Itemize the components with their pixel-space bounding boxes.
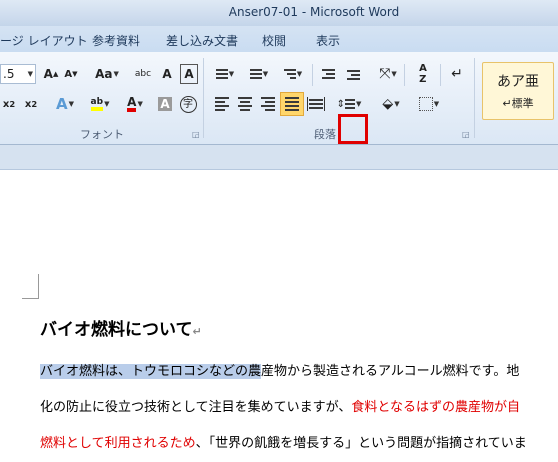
align-left-icon[interactable] <box>212 94 232 114</box>
group-separator <box>474 58 475 138</box>
paragraph-line-2[interactable]: 化の防止に役立つ技術として注目を集めていますが、食料となるはずの農産物が自 <box>40 396 520 415</box>
chevron-down-icon: ▼ <box>27 70 33 78</box>
document-heading[interactable]: バイオ燃料について↵ <box>40 315 202 340</box>
borders-icon[interactable]: ▼ <box>414 94 444 114</box>
line-3-normal: 、「世界の飢餓を増長する」という問題が指摘されていま <box>195 436 527 451</box>
tab-page-layout[interactable]: ージ レイアウト <box>0 32 88 49</box>
bullets-icon[interactable]: ▼ <box>210 64 240 84</box>
multilevel-list-icon[interactable]: ▼ <box>278 64 308 84</box>
group-separator <box>203 58 204 138</box>
change-case-icon[interactable]: Aa ▼ <box>92 64 122 84</box>
separator <box>312 64 313 86</box>
align-center-icon[interactable] <box>235 94 255 114</box>
increase-indent-highlight <box>338 114 368 144</box>
decrease-indent-icon[interactable] <box>318 64 338 84</box>
line-3-red: 燃料として利用されるため <box>40 436 196 451</box>
character-shading-gray-icon[interactable]: A <box>156 94 174 114</box>
phonetic-guide-icon[interactable]: abc <box>134 64 152 84</box>
separator <box>404 64 405 86</box>
text-effects-icon[interactable]: A ▼ <box>50 94 80 114</box>
selected-text: バイオ燃料は、トウモロコシなどの農 <box>40 364 262 379</box>
tab-references[interactable]: 参考資料 <box>92 32 140 49</box>
style-sample: あア亜 <box>497 74 539 90</box>
enclosed-character-icon[interactable]: 字 <box>178 94 198 114</box>
paragraph-group-label: 段落 <box>314 128 336 141</box>
font-dialog-launcher-icon[interactable]: ◲ <box>192 130 200 139</box>
character-border-icon[interactable]: A <box>180 64 198 84</box>
separator <box>440 64 441 86</box>
font-size-value: .5 <box>3 67 15 81</box>
shading-icon[interactable]: ⬙ ▼ <box>376 94 406 114</box>
heading-text: バイオ燃料について <box>40 320 193 340</box>
line-2-normal: 化の防止に役立つ技術として注目を集めていますが、 <box>40 400 352 415</box>
character-shading-icon[interactable]: A <box>158 64 176 84</box>
font-size-combo[interactable]: .5 ▼ <box>0 64 36 84</box>
numbering-icon[interactable]: ▼ <box>244 64 274 84</box>
tab-review[interactable]: 校閲 <box>262 32 286 49</box>
style-name: ↵標準 <box>502 97 534 110</box>
align-right-icon[interactable] <box>258 94 278 114</box>
highlight-color-icon[interactable]: ab ▼ <box>84 94 116 114</box>
superscript-icon[interactable]: x2 <box>22 94 40 114</box>
paragraph-dialog-launcher-icon[interactable]: ◲ <box>462 130 470 139</box>
show-formatting-marks-icon[interactable]: ↵ <box>448 64 466 84</box>
tab-mailings[interactable]: 差し込み文書 <box>166 32 238 49</box>
ruler-area <box>0 145 558 170</box>
paragraph-line-3[interactable]: 燃料として利用されるため、「世界の飢餓を増長する」という問題が指摘されていま <box>40 432 527 451</box>
window-title: Anser07-01 - Microsoft Word <box>228 5 400 19</box>
justify-icon[interactable] <box>280 92 304 116</box>
style-normal[interactable]: あア亜 ↵標準 <box>482 62 554 120</box>
page-corner-mark <box>22 274 39 299</box>
increase-indent-icon[interactable] <box>342 64 364 86</box>
distributed-icon[interactable] <box>306 94 326 114</box>
paragraph-mark: ↵ <box>192 325 202 338</box>
tab-view[interactable]: 表示 <box>316 32 340 49</box>
sort-icon[interactable]: AZ <box>412 63 434 85</box>
font-color-icon[interactable]: A ▼ <box>120 94 150 114</box>
grow-font-icon[interactable]: A ▲ <box>42 64 60 84</box>
ribbon: .5 ▼ A ▲ A ▼ Aa ▼ abc A A x2 x2 A ▼ ab ▼ A ▼ A … <box>0 52 558 145</box>
line-2-red: 食料となるはずの農産物が自 <box>351 400 520 415</box>
subscript-icon[interactable]: x2 <box>0 94 18 114</box>
font-group-label: フォント <box>80 128 124 141</box>
ribbon-tabs: ージ レイアウト 参考資料 差し込み文書 校閲 表示 <box>0 26 558 52</box>
title-bar: Anser07-01 - Microsoft Word <box>0 0 558 26</box>
paragraph-line-1[interactable]: バイオ燃料は、トウモロコシなどの農産物から製造されるアルコール燃料です。地 <box>40 360 519 379</box>
shrink-font-icon[interactable]: A ▼ <box>62 64 80 84</box>
line-spacing-icon[interactable]: ⇕ ▼ <box>334 94 364 114</box>
line-1-rest: 産物から製造されるアルコール燃料です。地 <box>261 364 520 379</box>
asian-layout-icon[interactable]: ⤧ ▼ <box>374 64 402 84</box>
